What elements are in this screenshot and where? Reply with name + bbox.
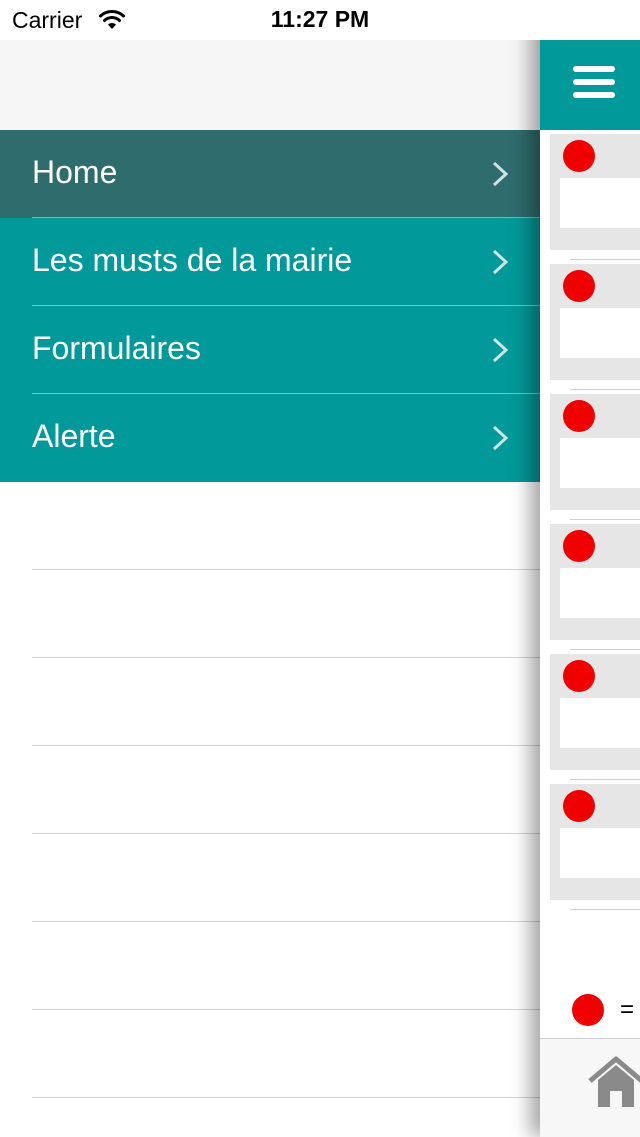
list-item[interactable] [540,520,640,650]
menu-item-les-musts[interactable]: Les musts de la mairie [0,218,540,306]
alert-list [540,130,640,910]
list-item[interactable] [540,390,640,520]
menu-header [0,40,540,130]
red-dot-icon [563,270,595,302]
status-bar: Carrier 11:27 PM [0,0,640,40]
status-time: 11:27 PM [270,6,370,32]
menu-empty-rows [0,482,540,1098]
tab-bar [540,1038,640,1137]
divider [570,909,640,910]
red-dot-icon [563,530,595,562]
content-panel[interactable]: = [540,0,640,1137]
list-item[interactable] [540,260,640,390]
home-icon[interactable] [586,1053,640,1111]
card-content [560,178,640,228]
empty-row [32,658,540,746]
card-content [560,308,640,358]
side-menu: Home Les musts de la mairie Formulaires … [0,130,540,482]
card-content [560,828,640,878]
menu-item-label: Home [32,154,118,190]
menu-item-formulaires[interactable]: Formulaires [0,306,540,394]
red-dot-icon [572,994,604,1026]
list-item[interactable] [540,650,640,780]
menu-item-home[interactable]: Home [0,130,540,218]
red-dot-icon [563,790,595,822]
menu-item-label: Formulaires [32,330,201,366]
menu-item-label: Alerte [32,418,116,454]
red-dot-icon [563,660,595,692]
card-content [560,568,640,618]
content-nav-bar [540,40,640,130]
red-dot-icon [563,140,595,172]
card-content [560,438,640,488]
chevron-right-icon [492,337,509,363]
chevron-right-icon [492,249,509,275]
empty-row [32,922,540,1010]
empty-row [32,834,540,922]
empty-row [32,570,540,658]
chevron-right-icon [492,161,509,187]
red-dot-icon [563,400,595,432]
empty-row [32,1010,540,1098]
list-item[interactable] [540,130,640,260]
legend-text: = [620,996,635,1023]
empty-row [32,746,540,834]
legend: = [540,990,640,1030]
menu-item-alerte[interactable]: Alerte [0,394,540,482]
card-content [560,698,640,748]
menu-item-label: Les musts de la mairie [32,242,353,278]
empty-row [32,482,540,570]
list-item[interactable] [540,780,640,910]
hamburger-menu-icon[interactable] [573,66,615,100]
chevron-right-icon [492,425,509,451]
